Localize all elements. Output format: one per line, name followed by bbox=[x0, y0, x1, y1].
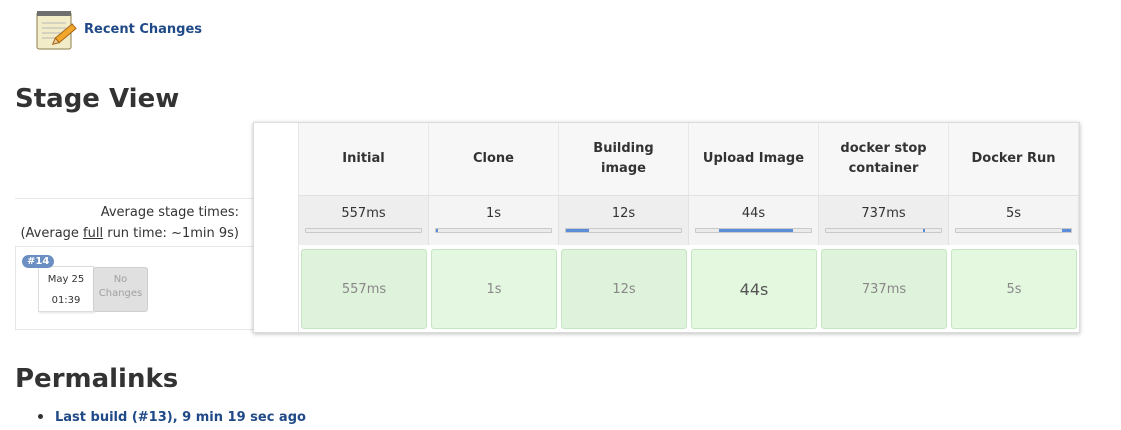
stage-header[interactable]: Building image bbox=[559, 123, 689, 195]
bullet bbox=[38, 414, 43, 419]
stage-result-cell[interactable]: 1s bbox=[431, 249, 557, 329]
table-corner bbox=[254, 123, 299, 332]
stage-average-value: 12s bbox=[611, 206, 636, 221]
stage-result-cell[interactable]: 5s bbox=[951, 249, 1077, 329]
stage-progress-track bbox=[565, 228, 682, 233]
recent-changes bbox=[34, 6, 78, 52]
stage-header[interactable]: docker stop container bbox=[819, 123, 949, 195]
divider bbox=[15, 246, 253, 247]
stage-header[interactable]: Upload Image bbox=[689, 123, 819, 195]
stage-average-value: 737ms bbox=[861, 206, 906, 221]
stage-result-cell[interactable]: 44s bbox=[691, 249, 817, 329]
full-run-link[interactable]: full bbox=[83, 226, 103, 241]
permalink-last-build[interactable]: Last build (#13), 9 min 19 sec ago bbox=[55, 410, 306, 425]
stage-column: Upload Image 44s 44s bbox=[689, 123, 819, 332]
stage-column: Docker Run 5s 5s bbox=[949, 123, 1079, 332]
stage-progress-fill bbox=[436, 229, 439, 232]
stage-view-title: Stage View bbox=[15, 84, 180, 114]
stage-table: Initial 557ms 557ms Clone 1s 1s Building image… bbox=[253, 122, 1080, 333]
stage-average-value: 1s bbox=[485, 206, 502, 221]
stage-column: Initial 557ms 557ms bbox=[299, 123, 429, 332]
stage-header[interactable]: Initial bbox=[299, 123, 429, 195]
stage-progress-track bbox=[695, 228, 812, 233]
stage-header[interactable]: Docker Run bbox=[949, 123, 1079, 195]
stage-progress-fill bbox=[719, 229, 793, 232]
stage-column: docker stop container 737ms 737ms bbox=[819, 123, 949, 332]
divider bbox=[15, 246, 16, 330]
stage-average: 5s bbox=[949, 195, 1079, 245]
stage-result-cell[interactable]: 737ms bbox=[821, 249, 947, 329]
build-card[interactable]: May 25 01:39 bbox=[38, 266, 94, 312]
divider bbox=[15, 329, 253, 330]
stage-average: 1s bbox=[429, 195, 559, 245]
stage-progress-fill bbox=[922, 229, 925, 232]
recent-changes-link[interactable]: Recent Changes bbox=[84, 22, 202, 37]
stage-average: 737ms bbox=[819, 195, 949, 245]
stage-progress-track bbox=[955, 228, 1072, 233]
build-date: May 25 bbox=[47, 274, 85, 285]
stage-result-cell[interactable]: 12s bbox=[561, 249, 687, 329]
stage-average-value: 5s bbox=[1005, 206, 1022, 221]
stage-average: 44s bbox=[689, 195, 819, 245]
stage-progress-track bbox=[305, 228, 422, 233]
stage-column: Building image 12s 12s bbox=[559, 123, 689, 332]
average-run-time-label: (Average full run time: ~1min 9s) bbox=[20, 226, 239, 241]
stage-average: 557ms bbox=[299, 195, 429, 245]
permalinks-title: Permalinks bbox=[15, 364, 179, 394]
average-stage-times-label: Average stage times: bbox=[100, 205, 239, 220]
stage-progress-track bbox=[435, 228, 552, 233]
stage-average-value: 557ms bbox=[341, 206, 386, 221]
stage-average-value: 44s bbox=[741, 206, 766, 221]
no-changes-box[interactable]: No Changes bbox=[93, 267, 148, 312]
stage-progress-fill bbox=[566, 229, 589, 232]
build-time: 01:39 bbox=[51, 295, 81, 306]
build-number-badge[interactable]: #14 bbox=[22, 255, 55, 268]
stage-average: 12s bbox=[559, 195, 689, 245]
stage-header[interactable]: Clone bbox=[429, 123, 559, 195]
stage-progress-track bbox=[825, 228, 942, 233]
stage-progress-fill bbox=[1061, 229, 1071, 232]
divider bbox=[15, 198, 253, 199]
stage-result-cell[interactable]: 557ms bbox=[301, 249, 427, 329]
stage-column: Clone 1s 1s bbox=[429, 123, 559, 332]
notepad-icon[interactable] bbox=[34, 6, 78, 52]
